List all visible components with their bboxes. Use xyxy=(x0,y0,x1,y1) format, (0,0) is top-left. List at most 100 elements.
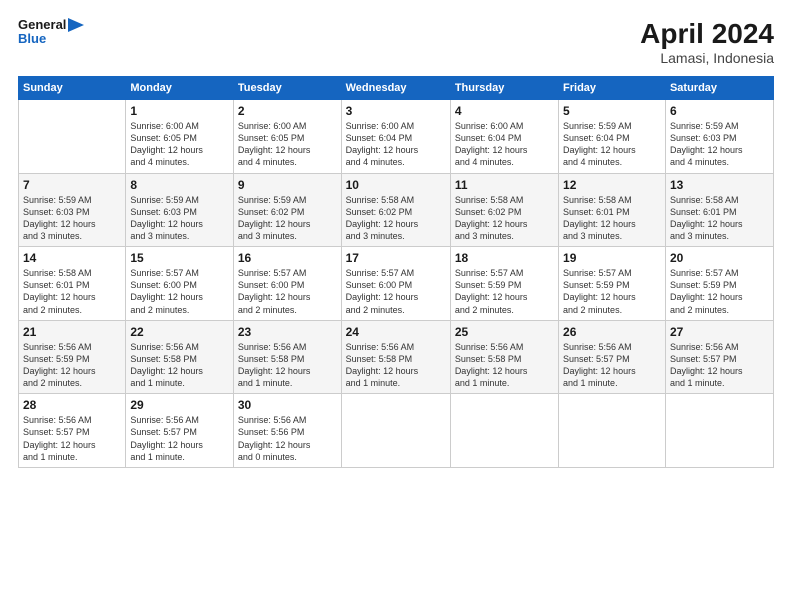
day-number: 14 xyxy=(23,251,121,265)
calendar-cell: 26 Sunrise: 5:56 AM Sunset: 5:57 PM Dayli… xyxy=(559,320,666,394)
calendar-cell: 4 Sunrise: 6:00 AM Sunset: 6:04 PM Daylig… xyxy=(450,100,558,174)
calendar-cell: 14 Sunrise: 5:58 AM Sunset: 6:01 PM Dayli… xyxy=(19,247,126,321)
calendar-cell: 7 Sunrise: 5:59 AM Sunset: 6:03 PM Daylig… xyxy=(19,173,126,247)
day-detail: Sunrise: 5:59 AM Sunset: 6:03 PM Dayligh… xyxy=(670,120,769,169)
day-number: 9 xyxy=(238,178,337,192)
week-row-3: 14 Sunrise: 5:58 AM Sunset: 6:01 PM Dayli… xyxy=(19,247,774,321)
calendar-cell: 22 Sunrise: 5:56 AM Sunset: 5:58 PM Dayli… xyxy=(126,320,234,394)
calendar-cell xyxy=(559,394,666,468)
day-detail: Sunrise: 5:56 AM Sunset: 5:58 PM Dayligh… xyxy=(238,341,337,390)
calendar-cell: 27Sunrise: 5:56 AM Sunset: 5:57 PM Dayli… xyxy=(665,320,773,394)
col-header-tuesday: Tuesday xyxy=(233,77,341,100)
day-detail: Sunrise: 5:59 AM Sunset: 6:02 PM Dayligh… xyxy=(238,194,337,243)
week-row-4: 21Sunrise: 5:56 AM Sunset: 5:59 PM Dayli… xyxy=(19,320,774,394)
day-number: 24 xyxy=(346,325,446,339)
day-detail: Sunrise: 5:58 AM Sunset: 6:02 PM Dayligh… xyxy=(346,194,446,243)
day-number: 4 xyxy=(455,104,554,118)
day-number: 12 xyxy=(563,178,661,192)
calendar-cell xyxy=(450,394,558,468)
calendar-table: SundayMondayTuesdayWednesdayThursdayFrid… xyxy=(18,76,774,468)
calendar-cell: 3 Sunrise: 6:00 AM Sunset: 6:04 PM Daylig… xyxy=(341,100,450,174)
day-number: 26 xyxy=(563,325,661,339)
col-header-friday: Friday xyxy=(559,77,666,100)
calendar-cell: 18 Sunrise: 5:57 AM Sunset: 5:59 PM Dayli… xyxy=(450,247,558,321)
day-detail: Sunrise: 5:56 AM Sunset: 5:57 PM Dayligh… xyxy=(130,414,229,463)
day-detail: Sunrise: 5:56 AM Sunset: 5:56 PM Dayligh… xyxy=(238,414,337,463)
day-detail: Sunrise: 5:59 AM Sunset: 6:03 PM Dayligh… xyxy=(23,194,121,243)
day-detail: Sunrise: 5:57 AM Sunset: 6:00 PM Dayligh… xyxy=(346,267,446,316)
day-number: 29 xyxy=(130,398,229,412)
calendar-cell xyxy=(341,394,450,468)
day-number: 10 xyxy=(346,178,446,192)
calendar-cell: 24Sunrise: 5:56 AM Sunset: 5:58 PM Dayli… xyxy=(341,320,450,394)
day-detail: Sunrise: 5:57 AM Sunset: 5:59 PM Dayligh… xyxy=(563,267,661,316)
day-number: 27 xyxy=(670,325,769,339)
day-detail: Sunrise: 5:56 AM Sunset: 5:57 PM Dayligh… xyxy=(563,341,661,390)
calendar-cell: 2Sunrise: 6:00 AM Sunset: 6:05 PM Daylig… xyxy=(233,100,341,174)
day-number: 18 xyxy=(455,251,554,265)
week-row-2: 7 Sunrise: 5:59 AM Sunset: 6:03 PM Daylig… xyxy=(19,173,774,247)
day-number: 19 xyxy=(563,251,661,265)
day-number: 7 xyxy=(23,178,121,192)
calendar-cell: 12 Sunrise: 5:58 AM Sunset: 6:01 PM Dayli… xyxy=(559,173,666,247)
logo-blue: Blue xyxy=(18,32,84,46)
day-number: 22 xyxy=(130,325,229,339)
day-detail: Sunrise: 5:56 AM Sunset: 5:58 PM Dayligh… xyxy=(130,341,229,390)
main-title: April 2024 xyxy=(640,18,774,50)
day-detail: Sunrise: 6:00 AM Sunset: 6:04 PM Dayligh… xyxy=(346,120,446,169)
day-detail: Sunrise: 6:00 AM Sunset: 6:05 PM Dayligh… xyxy=(238,120,337,169)
header: General Blue April 2024 Lamasi, Indonesi… xyxy=(18,18,774,66)
day-number: 6 xyxy=(670,104,769,118)
col-header-sunday: Sunday xyxy=(19,77,126,100)
logo-arrow-icon xyxy=(68,18,84,32)
day-number: 30 xyxy=(238,398,337,412)
day-number: 23 xyxy=(238,325,337,339)
header-row: SundayMondayTuesdayWednesdayThursdayFrid… xyxy=(19,77,774,100)
col-header-saturday: Saturday xyxy=(665,77,773,100)
calendar-cell: 23 Sunrise: 5:56 AM Sunset: 5:58 PM Dayli… xyxy=(233,320,341,394)
day-number: 1 xyxy=(130,104,229,118)
day-number: 16 xyxy=(238,251,337,265)
day-detail: Sunrise: 5:56 AM Sunset: 5:57 PM Dayligh… xyxy=(23,414,121,463)
calendar-cell: 1 Sunrise: 6:00 AM Sunset: 6:05 PM Daylig… xyxy=(126,100,234,174)
calendar-cell: 11Sunrise: 5:58 AM Sunset: 6:02 PM Dayli… xyxy=(450,173,558,247)
day-detail: Sunrise: 5:57 AM Sunset: 5:59 PM Dayligh… xyxy=(670,267,769,316)
day-detail: Sunrise: 5:59 AM Sunset: 6:03 PM Dayligh… xyxy=(130,194,229,243)
subtitle: Lamasi, Indonesia xyxy=(640,50,774,66)
calendar-cell xyxy=(19,100,126,174)
day-detail: Sunrise: 6:00 AM Sunset: 6:05 PM Dayligh… xyxy=(130,120,229,169)
calendar-cell: 10 Sunrise: 5:58 AM Sunset: 6:02 PM Dayli… xyxy=(341,173,450,247)
page: General Blue April 2024 Lamasi, Indonesi… xyxy=(0,0,792,612)
day-detail: Sunrise: 5:59 AM Sunset: 6:04 PM Dayligh… xyxy=(563,120,661,169)
day-number: 3 xyxy=(346,104,446,118)
logo-general: General xyxy=(18,18,66,32)
calendar-cell: 29 Sunrise: 5:56 AM Sunset: 5:57 PM Dayli… xyxy=(126,394,234,468)
day-detail: Sunrise: 5:58 AM Sunset: 6:02 PM Dayligh… xyxy=(455,194,554,243)
day-number: 20 xyxy=(670,251,769,265)
calendar-cell: 13Sunrise: 5:58 AM Sunset: 6:01 PM Dayli… xyxy=(665,173,773,247)
day-detail: Sunrise: 5:57 AM Sunset: 5:59 PM Dayligh… xyxy=(455,267,554,316)
calendar-cell: 17Sunrise: 5:57 AM Sunset: 6:00 PM Dayli… xyxy=(341,247,450,321)
calendar-cell: 9 Sunrise: 5:59 AM Sunset: 6:02 PM Daylig… xyxy=(233,173,341,247)
calendar-cell: 20 Sunrise: 5:57 AM Sunset: 5:59 PM Dayli… xyxy=(665,247,773,321)
calendar-cell: 16 Sunrise: 5:57 AM Sunset: 6:00 PM Dayli… xyxy=(233,247,341,321)
calendar-cell: 19 Sunrise: 5:57 AM Sunset: 5:59 PM Dayli… xyxy=(559,247,666,321)
calendar-cell xyxy=(665,394,773,468)
day-number: 5 xyxy=(563,104,661,118)
day-number: 25 xyxy=(455,325,554,339)
calendar-cell: 8 Sunrise: 5:59 AM Sunset: 6:03 PM Daylig… xyxy=(126,173,234,247)
calendar-cell: 25 Sunrise: 5:56 AM Sunset: 5:58 PM Dayli… xyxy=(450,320,558,394)
calendar-cell: 21Sunrise: 5:56 AM Sunset: 5:59 PM Dayli… xyxy=(19,320,126,394)
day-number: 8 xyxy=(130,178,229,192)
day-detail: Sunrise: 5:58 AM Sunset: 6:01 PM Dayligh… xyxy=(563,194,661,243)
day-detail: Sunrise: 5:56 AM Sunset: 5:58 PM Dayligh… xyxy=(455,341,554,390)
logo-text: General Blue xyxy=(18,18,84,47)
day-detail: Sunrise: 5:56 AM Sunset: 5:59 PM Dayligh… xyxy=(23,341,121,390)
day-detail: Sunrise: 6:00 AM Sunset: 6:04 PM Dayligh… xyxy=(455,120,554,169)
day-number: 13 xyxy=(670,178,769,192)
calendar-cell: 6 Sunrise: 5:59 AM Sunset: 6:03 PM Daylig… xyxy=(665,100,773,174)
col-header-monday: Monday xyxy=(126,77,234,100)
day-detail: Sunrise: 5:58 AM Sunset: 6:01 PM Dayligh… xyxy=(23,267,121,316)
logo: General Blue xyxy=(18,18,84,47)
day-detail: Sunrise: 5:57 AM Sunset: 6:00 PM Dayligh… xyxy=(238,267,337,316)
